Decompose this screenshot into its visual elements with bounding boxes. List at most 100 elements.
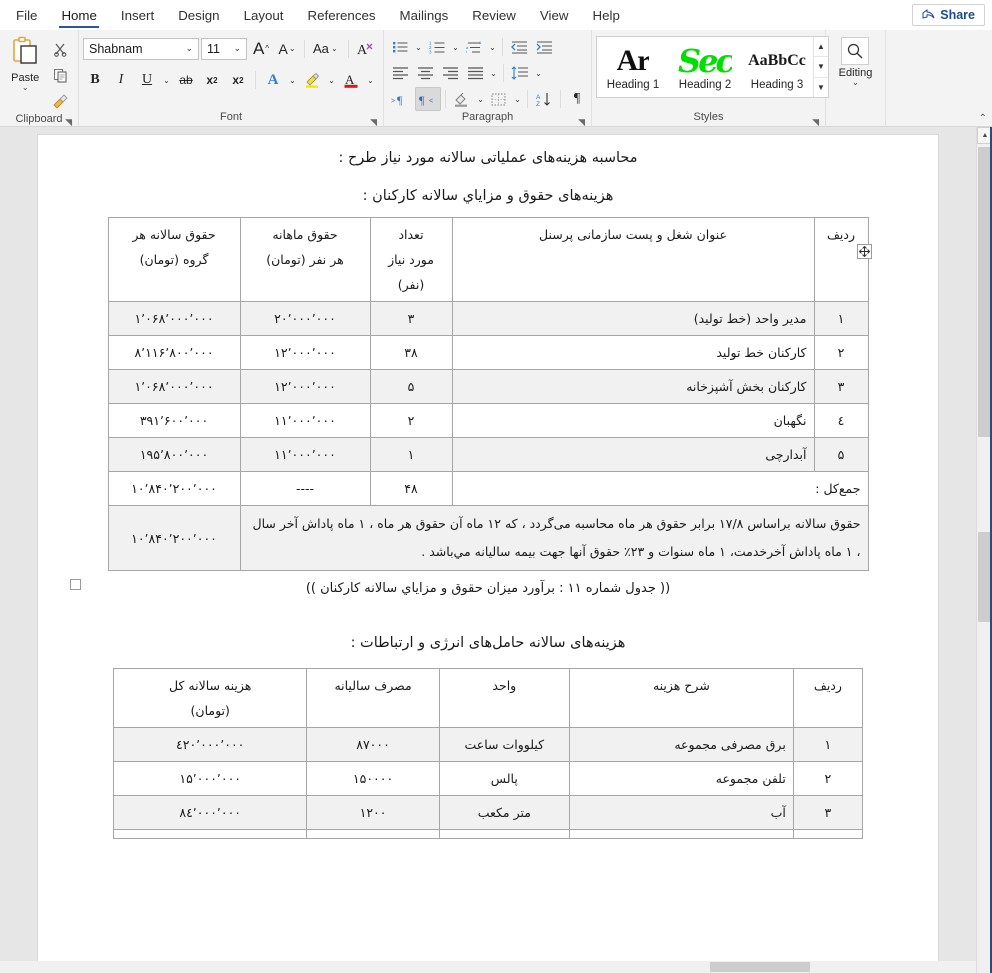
numbering-icon[interactable]: 123	[425, 35, 449, 59]
table-move-handle-icon[interactable]	[857, 244, 872, 259]
cell2-usage	[306, 829, 440, 839]
strikethrough-button[interactable]: ab	[174, 68, 198, 92]
collapse-ribbon-icon[interactable]: ⌃	[979, 113, 987, 124]
tab-layout[interactable]: Layout	[232, 0, 296, 30]
tab-file[interactable]: File	[4, 0, 49, 30]
document-body[interactable]: محاسبه هزینه‌های عملیاتی سالانه مورد نیا…	[38, 135, 938, 839]
italic-button[interactable]: I	[109, 68, 133, 92]
format-painter-icon[interactable]	[48, 89, 72, 113]
svg-text:1: 1	[479, 40, 482, 45]
cell-count: ۵	[369, 369, 453, 404]
divider	[527, 90, 528, 108]
highlight-chevron-down-icon[interactable]: ⌄	[326, 76, 337, 85]
style-heading-1[interactable]: Ar Heading 1	[597, 37, 669, 97]
justify-chevron-down-icon[interactable]: ⌄	[488, 69, 499, 78]
tab-insert[interactable]: Insert	[109, 0, 166, 30]
tab-review[interactable]: Review	[460, 0, 528, 30]
search-icon[interactable]	[841, 37, 870, 65]
numbering-chevron-down-icon[interactable]: ⌄	[450, 43, 461, 52]
tab-help[interactable]: Help	[581, 0, 632, 30]
align-left-icon[interactable]	[388, 61, 412, 85]
copy-icon[interactable]	[48, 63, 72, 87]
font-name-combo[interactable]: Shabnam ⌄	[83, 37, 199, 60]
underline-button[interactable]: U	[135, 68, 159, 92]
font-dialog-launcher[interactable]: ◥	[370, 117, 377, 127]
style-heading-3[interactable]: AaBbCc Heading 3	[741, 37, 813, 97]
show-formatting-marks-icon[interactable]: ¶	[565, 87, 589, 111]
cell-count: ۲	[369, 403, 453, 438]
table-energy-costs[interactable]: ردیف شرح هزینه واحد مصرف سالیانه هزینه س…	[112, 668, 864, 839]
font-color-chevron-down-icon[interactable]: ⌄	[365, 76, 376, 85]
editing-chevron-down-icon[interactable]: ⌄	[852, 79, 859, 87]
superscript-button[interactable]: x2	[226, 68, 250, 92]
tab-mailings[interactable]: Mailings	[388, 0, 461, 30]
tab-references[interactable]: References	[296, 0, 388, 30]
borders-chevron-down-icon[interactable]: ⌄	[512, 95, 523, 104]
chevron-down-icon[interactable]: ⌄	[230, 43, 244, 54]
line-spacing-icon[interactable]	[508, 61, 532, 85]
cell2-desc: آب	[568, 795, 794, 830]
share-button[interactable]: Share	[912, 4, 985, 26]
horizontal-scrollbar-thumb[interactable]	[710, 962, 810, 972]
table-row: ۱ برق مصرفی مجموعه کیلووات ساعت ۸۷۰۰۰ ٤۲…	[112, 727, 864, 762]
bold-button[interactable]: B	[83, 68, 107, 92]
bullets-icon[interactable]	[388, 35, 412, 59]
align-right-icon[interactable]	[438, 61, 462, 85]
left-to-right-text-direction-icon[interactable]: > ¶	[388, 87, 414, 111]
multilevel-chevron-down-icon[interactable]: ⌄	[487, 43, 498, 52]
align-center-icon[interactable]	[413, 61, 437, 85]
paste-button[interactable]: Paste ⌄	[4, 33, 46, 92]
cell-count: ۳	[369, 301, 453, 336]
line-spacing-chevron-down-icon[interactable]: ⌄	[533, 69, 544, 78]
text-effects-chevron-down-icon[interactable]: ⌄	[287, 76, 298, 85]
cell2-cost: ۱۵٬۰۰۰٬۰۰۰	[112, 761, 308, 796]
heading-sub-1: هزینه‌های حقوق و مزاياي سالانه کارکنان :	[362, 188, 614, 204]
subscript-button[interactable]: x2	[200, 68, 224, 92]
clear-formatting-icon[interactable]: A	[354, 37, 378, 61]
highlight-color-icon[interactable]	[300, 68, 324, 92]
increase-indent-icon[interactable]	[532, 35, 556, 59]
underline-dropdown-chevron-down-icon[interactable]: ⌄	[161, 76, 172, 85]
shading-icon[interactable]	[450, 87, 474, 111]
group-styles: Ar Heading 1 Sec Heading 2 AaBbCc Headin…	[592, 30, 829, 127]
shrink-font-icon[interactable]: A ⌄	[275, 37, 299, 61]
document-area[interactable]: محاسبه هزینه‌های عملیاتی سالانه مورد نیا…	[0, 127, 992, 973]
sort-icon[interactable]: AZ	[532, 87, 556, 111]
borders-icon[interactable]	[487, 87, 511, 111]
change-case-icon[interactable]: Aa ⌄	[310, 37, 343, 61]
table-caption-1-text: (( جدول شماره ۱۱ : برآورد میزان حقوق و م…	[305, 581, 671, 596]
cell2-no: ۱	[792, 727, 864, 762]
tab-home[interactable]: Home	[49, 0, 108, 30]
th-radif: ردیف	[813, 217, 869, 302]
styles-dialog-launcher[interactable]: ◥	[812, 117, 819, 127]
clipboard-dialog-launcher[interactable]: ◥	[65, 117, 72, 127]
decrease-indent-icon[interactable]	[507, 35, 531, 59]
styles-gallery: Ar Heading 1 Sec Heading 2 AaBbCc Headin…	[596, 36, 829, 98]
multilevel-list-icon[interactable]: 1ai	[462, 35, 486, 59]
th2-cost-l2: (تومان)	[190, 703, 230, 718]
divider	[347, 39, 349, 58]
shading-chevron-down-icon[interactable]: ⌄	[475, 95, 486, 104]
justify-icon[interactable]	[463, 61, 487, 85]
paragraph-dialog-launcher[interactable]: ◥	[578, 117, 585, 127]
chevron-down-icon[interactable]: ⌄	[182, 43, 196, 54]
editing-button[interactable]: Editing ⌄	[839, 33, 872, 87]
cut-scissors-icon[interactable]	[48, 37, 72, 61]
text-effects-icon[interactable]: A	[261, 68, 285, 92]
bullets-chevron-down-icon[interactable]: ⌄	[413, 43, 424, 52]
tab-view[interactable]: View	[528, 0, 581, 30]
horizontal-scrollbar[interactable]	[0, 961, 976, 973]
heading-sub-2: هزینه‌های سالانه حامل‌های انرژی و ارتباط…	[350, 635, 626, 651]
right-to-left-text-direction-icon[interactable]: ¶ <	[415, 87, 441, 111]
svg-text:>: >	[391, 98, 395, 105]
style-heading-2[interactable]: Sec Heading 2	[669, 37, 741, 97]
font-color-icon[interactable]: A	[339, 68, 363, 92]
grow-font-icon[interactable]: A ^	[249, 37, 273, 61]
font-size-combo[interactable]: 11 ⌄	[201, 37, 247, 60]
th-annual: حقوق سالانه هر گروه (تومان)	[107, 217, 241, 302]
cell-note-text: حقوق سالانه براساس ۱۷/۸ برابر حقوق هر ما…	[239, 505, 869, 571]
cell-count: ۱	[369, 437, 453, 472]
tab-design[interactable]: Design	[166, 0, 231, 30]
chevron-down-icon[interactable]: ⌄	[22, 84, 29, 92]
table-personnel-salaries[interactable]: ردیف عنوان شغل و پست سازمانی پرسنل تعداد…	[107, 217, 869, 571]
